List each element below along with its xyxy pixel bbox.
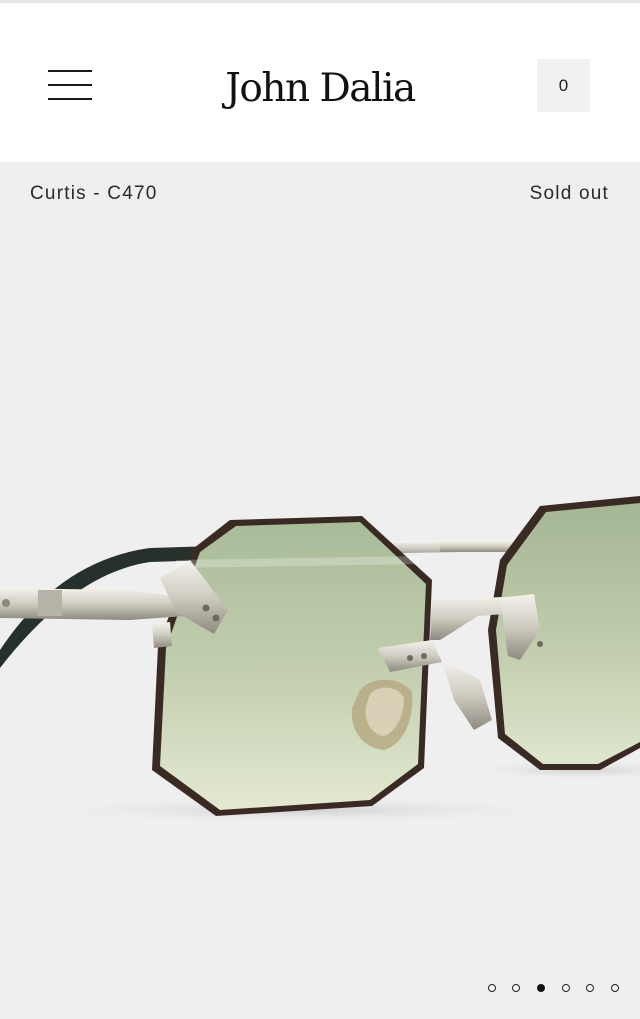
sunglasses-image [0,496,640,824]
cart-button[interactable]: 0 [537,59,590,112]
gallery-dot[interactable] [586,984,594,992]
product-title: Curtis - C470 [30,183,158,204]
product-image[interactable] [0,162,640,1019]
gallery-dot[interactable] [512,984,520,992]
gallery-dot[interactable] [611,984,619,992]
gallery-dot[interactable] [488,984,496,992]
gallery-dot-active[interactable] [537,984,545,992]
gallery-dot[interactable] [562,984,570,992]
site-header: John Dalia 0 [0,3,640,162]
stock-status: Sold out [529,183,609,204]
